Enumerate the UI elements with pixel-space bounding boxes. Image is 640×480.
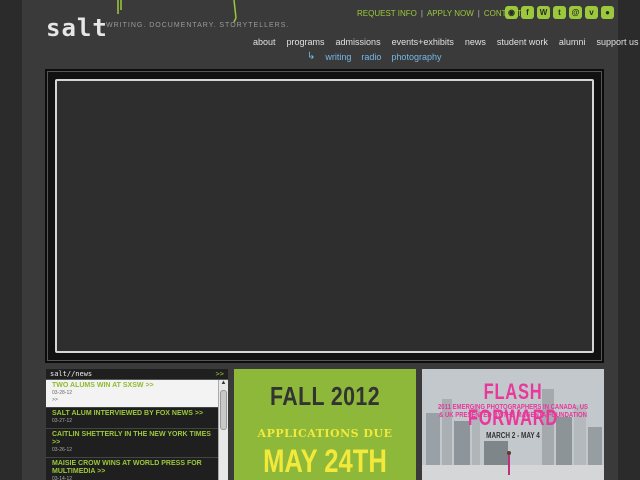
apply-now-link[interactable]: APPLY NOW	[427, 9, 474, 18]
news-list: TWO ALUMS WIN AT SXSW >> 03-28-12 >> SAL…	[46, 380, 218, 480]
sub-nav: ↳ writing radio photography	[307, 51, 441, 62]
sub-nav-arrow-icon: ↳	[307, 51, 316, 62]
main-nav: about programs admissions events+exhibit…	[253, 37, 638, 47]
news-item-date: 03-27-12	[52, 418, 73, 424]
nav-item-news[interactable]: news	[465, 37, 486, 47]
separator: |	[477, 9, 480, 18]
news-panel: salt//news >> TWO ALUMS WIN AT SXSW >> 0…	[46, 369, 228, 480]
slideshow-frame[interactable]	[45, 69, 604, 363]
promo-applications-banner[interactable]: FALL 2012 APPLICATIONS DUE MAY 24TH	[234, 369, 416, 480]
news-item[interactable]: SALT ALUM INTERVIEWED BY FOX NEWS >> 03-…	[46, 408, 218, 429]
site-tagline: WRITING. DOCUMENTARY. STORYTELLERS.	[106, 22, 290, 29]
news-item-title[interactable]: SALT ALUM INTERVIEWED BY FOX NEWS >>	[52, 410, 212, 418]
promo-flash-dates: MARCH 2 - MAY 4	[486, 431, 540, 440]
separator: |	[420, 9, 423, 18]
scroll-up-arrow-icon[interactable]: ▲	[219, 380, 228, 389]
news-item-date: 03-14-12	[52, 476, 73, 480]
wordpress-icon[interactable]: W	[537, 6, 550, 19]
news-item[interactable]: MAISIE CROW WINS AT WORLD PRESS FOR MULT…	[46, 458, 218, 480]
nav-item-events-exhibits[interactable]: events+exhibits	[392, 37, 454, 47]
promo-applications-due: APPLICATIONS DUE	[257, 427, 393, 440]
nav-item-admissions[interactable]: admissions	[336, 37, 381, 47]
news-more-link[interactable]: >>	[216, 370, 224, 378]
promo-flash-subtitle-line: & UK PRESENTED BY THE MAGENTA FOUNDATION	[439, 412, 587, 419]
news-item-date: 03-26-12	[52, 447, 73, 453]
news-item-title[interactable]: CAITLIN SHETTERLY IN THE NEW YORK TIMES …	[52, 431, 212, 447]
news-heading: salt//news	[50, 370, 93, 378]
sub-nav-item-writing[interactable]: writing	[325, 52, 351, 62]
scroll-thumb[interactable]	[220, 390, 227, 430]
vimeo-icon[interactable]: v	[585, 6, 598, 19]
nav-item-alumni[interactable]: alumni	[559, 37, 586, 47]
sub-nav-item-radio[interactable]: radio	[361, 52, 381, 62]
slideshow-area[interactable]	[55, 79, 594, 353]
promo-flash-forward-banner[interactable]: FLASH FORWARD 2011 EMERGING PHOTOGRAPHER…	[422, 369, 604, 480]
promo-flash-subtitle-line: 2011 EMERGING PHOTOGRAPHERS IN CANADA, U…	[438, 404, 588, 411]
nav-item-programs[interactable]: programs	[287, 37, 325, 47]
email-icon[interactable]: @	[569, 6, 582, 19]
news-item[interactable]: TWO ALUMS WIN AT SXSW >> 03-28-12 >>	[46, 380, 218, 408]
request-info-link[interactable]: REQUEST INFO	[357, 9, 417, 18]
flickr-icon[interactable]: ●	[601, 6, 614, 19]
rss-icon[interactable]: ◉	[505, 6, 518, 19]
news-item-more[interactable]: >>	[52, 397, 212, 404]
twitter-icon[interactable]: t	[553, 6, 566, 19]
utility-links: REQUEST INFO | APPLY NOW | CONTACT	[357, 9, 522, 18]
news-item-date: 03-28-12	[52, 390, 73, 396]
nav-item-student-work[interactable]: student work	[497, 37, 548, 47]
nav-item-support-us[interactable]: support us	[596, 37, 638, 47]
promo-deadline: MAY 24TH	[263, 443, 387, 479]
social-icons: ◉ f W t @ v ●	[505, 6, 614, 19]
facebook-icon[interactable]: f	[521, 6, 534, 19]
news-header: salt//news >>	[46, 369, 228, 380]
news-item[interactable]: CAITLIN SHETTERLY IN THE NEW YORK TIMES …	[46, 429, 218, 458]
promo-term: FALL 2012	[270, 381, 380, 411]
promo-flash-subtitle: 2011 EMERGING PHOTOGRAPHERS IN CANADA, U…	[436, 404, 591, 420]
site-logo[interactable]: salt	[46, 14, 108, 42]
nav-item-about[interactable]: about	[253, 37, 276, 47]
news-scrollbar[interactable]: ▲	[218, 380, 228, 480]
news-item-title[interactable]: TWO ALUMS WIN AT SXSW >>	[52, 382, 212, 390]
news-item-title[interactable]: MAISIE CROW WINS AT WORLD PRESS FOR MULT…	[52, 460, 212, 476]
sub-nav-item-photography[interactable]: photography	[391, 52, 441, 62]
